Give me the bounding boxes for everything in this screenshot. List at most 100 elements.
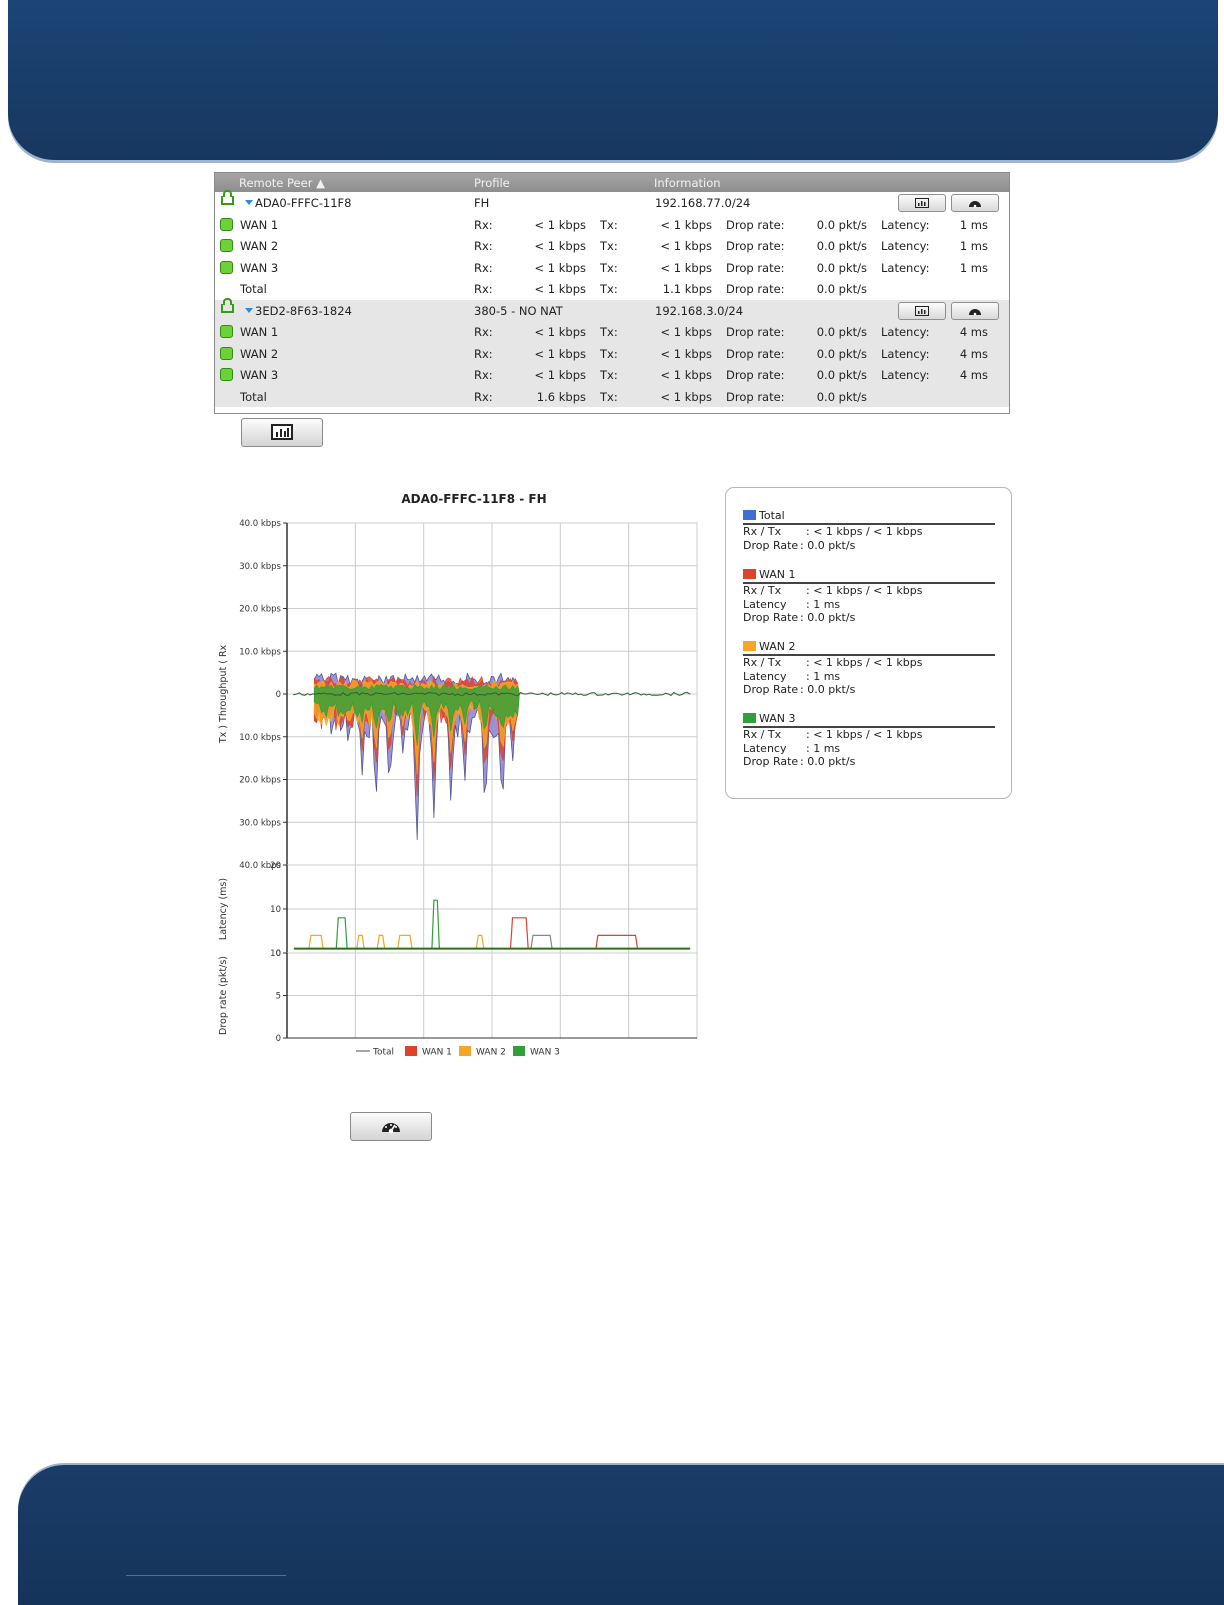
rx-value: 1.6 kbps — [536, 389, 586, 404]
legend-swatch-wan3 — [513, 1046, 525, 1056]
legend-value: : < 1 kbps / < 1 kbps — [806, 656, 923, 669]
chart-title: ADA0-FFFC-11F8 - FH — [401, 492, 546, 506]
speedometer-icon — [382, 1123, 400, 1134]
legend-value: : 0.0 pkt/s — [800, 611, 856, 624]
y-tick-label: 30.0 kbps — [239, 562, 281, 572]
wan-name: WAN 1 — [240, 325, 279, 339]
tx-value: < 1 kbps — [660, 260, 712, 275]
legend-section-title: WAN 2 — [743, 640, 995, 656]
y-tick-label: 10 — [270, 905, 281, 915]
page-header-band — [8, 0, 1218, 160]
drop-label: Drop rate: — [726, 325, 785, 339]
legend-line: Rx / Tx: < 1 kbps / < 1 kbps — [743, 656, 995, 670]
status-ok-icon — [220, 239, 233, 252]
peer-profile: FH — [474, 196, 490, 210]
bar-chart-icon — [915, 198, 929, 208]
expand-arrow-icon[interactable] — [245, 200, 253, 205]
latency-value: 1 ms — [959, 217, 988, 232]
y-tick-label: 10.0 kbps — [239, 733, 281, 743]
graph-button[interactable] — [241, 418, 323, 447]
lock-icon — [221, 297, 234, 313]
legend-swatch — [743, 510, 756, 520]
tx-label: Tx: — [600, 239, 618, 253]
legend-section: Total Rx / Tx: < 1 kbps / < 1 kbps Drop Ra… — [743, 509, 995, 552]
legend-line: Latency: 1 ms — [743, 598, 995, 612]
tx-value: < 1 kbps — [660, 217, 712, 232]
legend-line: Rx / Tx: < 1 kbps / < 1 kbps — [743, 728, 995, 742]
legend-section-title: Total — [743, 509, 995, 525]
peer-throughput-chart: ADA0-FFFC-11F8 - FH 40.0 kbps 30.0 kbps 20.… — [218, 492, 698, 1058]
latency-label: Latency: — [881, 239, 930, 253]
legend-key: Rx / Tx — [743, 728, 782, 741]
col-information[interactable]: Information — [654, 176, 721, 190]
legend-key: Latency — [743, 597, 787, 611]
peer-graph-button[interactable] — [898, 194, 946, 212]
legend-line: Drop Rate: 0.0 pkt/s — [743, 755, 995, 769]
y-tick-label: 20.0 kbps — [239, 776, 281, 786]
legend-key: Drop Rate — [743, 683, 799, 696]
peer-graph-button[interactable] — [898, 301, 946, 320]
rx-label: Rx: — [474, 282, 493, 296]
rx-label: Rx: — [474, 239, 493, 253]
peer-network: 192.168.3.0/24 — [655, 303, 744, 318]
wan-name: Total — [240, 389, 267, 404]
col-profile[interactable]: Profile — [474, 176, 510, 190]
legend-section-title: WAN 1 — [743, 568, 995, 584]
wan-name: WAN 3 — [240, 260, 279, 275]
tx-label: Tx: — [600, 260, 618, 275]
legend-label: WAN 1 — [422, 1048, 452, 1058]
y-axis-label: Tx ) Throughput ( Rx — [218, 644, 229, 744]
legend-key: Rx / Tx — [743, 584, 782, 597]
tx-label: Tx: — [600, 368, 618, 382]
y-tick-label: 0 — [276, 690, 281, 700]
page-footer-band — [18, 1465, 1224, 1605]
rx-value: < 1 kbps — [534, 217, 586, 232]
tx-value: < 1 kbps — [660, 325, 712, 339]
y-tick-label: 40.0 kbps — [239, 519, 281, 529]
status-ok-icon — [220, 346, 233, 360]
legend-value: : < 1 kbps / < 1 kbps — [806, 525, 923, 538]
latency-label: Latency: — [881, 217, 930, 232]
drop-label: Drop rate: — [726, 389, 785, 404]
tx-value: < 1 kbps — [660, 389, 712, 404]
drop-label: Drop rate: — [726, 239, 785, 253]
legend-value: : 1 ms — [806, 669, 841, 683]
drop-label: Drop rate: — [726, 260, 785, 275]
expand-arrow-icon[interactable] — [245, 307, 253, 313]
peer-speedtest-button[interactable] — [951, 301, 999, 320]
legend-line: Rx / Tx: < 1 kbps / < 1 kbps — [743, 584, 995, 598]
speedtest-button[interactable] — [350, 1112, 432, 1141]
tx-label: Tx: — [600, 346, 618, 361]
status-ok-icon — [220, 260, 233, 274]
peer-speedtest-button[interactable] — [951, 194, 999, 212]
tx-label: Tx: — [600, 389, 618, 404]
table-header: Remote Peer ▲ Profile Information — [215, 173, 1009, 192]
legend-key: Drop Rate — [743, 755, 799, 768]
wan-name: Total — [240, 282, 267, 296]
bar-chart-icon — [271, 424, 293, 440]
peer-row[interactable]: ADA0-FFFC-11F8 FH 192.168.77.0/24 — [215, 190, 1009, 214]
wan-name: WAN 2 — [240, 346, 279, 361]
tx-label: Tx: — [600, 325, 618, 339]
y-tick-label: 20.0 kbps — [239, 605, 281, 615]
wan-name: WAN 2 — [240, 239, 279, 253]
peer-name: 3ED2-8F63-1824 — [255, 303, 352, 318]
wan-row: WAN 1 Rx: < 1 kbps Tx: < 1 kbps Drop rate: 0.0… — [215, 321, 1009, 343]
drop-label: Drop rate: — [726, 346, 785, 361]
legend-key: Rx / Tx — [743, 525, 782, 538]
bar-chart-icon — [915, 305, 929, 316]
peer-name: ADA0-FFFC-11F8 — [255, 196, 352, 210]
col-remote-peer[interactable]: Remote Peer ▲ — [239, 176, 325, 190]
tx-value: < 1 kbps — [660, 368, 712, 382]
latency-value: 1 ms — [959, 239, 988, 253]
wan-row: Total Rx: 1.6 kbps Tx: < 1 kbps Drop rate: 0.0… — [215, 385, 1009, 407]
legend-section: WAN 2 Rx / Tx: < 1 kbps / < 1 kbps Latency… — [743, 640, 995, 697]
drop-value: 0.0 pkt/s — [816, 282, 867, 296]
rx-label: Rx: — [474, 260, 493, 275]
legend-swatch — [743, 641, 756, 651]
rx-label: Rx: — [474, 368, 493, 382]
drop-label: Drop rate: — [726, 368, 785, 382]
peer-row[interactable]: 3ED2-8F63-1824 380-5 - NO NAT 192.168.3.0/… — [215, 297, 1009, 321]
rx-value: < 1 kbps — [534, 346, 586, 361]
drop-value: 0.0 pkt/s — [816, 217, 867, 232]
